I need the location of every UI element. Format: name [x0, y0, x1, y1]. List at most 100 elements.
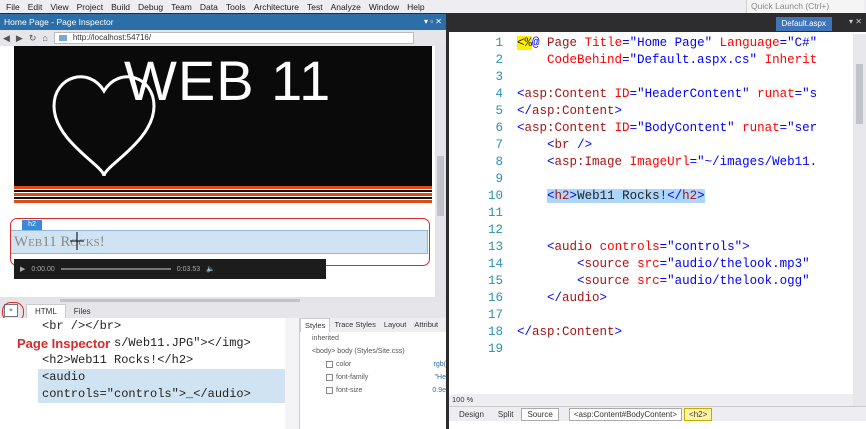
line-number: 12 — [487, 223, 503, 237]
tab-html[interactable]: HTML — [26, 304, 66, 318]
menu-analyze[interactable]: Analyze — [327, 2, 365, 12]
document-tabs: Default.aspx ▾ ✕ — [449, 14, 866, 32]
html-line-selected[interactable]: controls="controls">_</audio> — [38, 386, 285, 403]
menu-team[interactable]: Team — [167, 2, 196, 12]
line-number: 6 — [495, 121, 503, 135]
line-number: 16 — [487, 291, 503, 305]
close-icon[interactable]: ▾ ▫ ✕ — [424, 14, 442, 30]
checkbox-icon — [326, 386, 333, 394]
line-number: 18 — [487, 325, 503, 339]
menu-tools[interactable]: Tools — [222, 2, 250, 12]
code-line-7: <br /> — [547, 138, 593, 152]
menu-help[interactable]: Help — [403, 2, 428, 12]
menu-file[interactable]: File — [2, 2, 24, 12]
line-number: 14 — [487, 257, 503, 271]
editor-view-bar: Design Split Source <asp:Content#BodyCon… — [449, 406, 866, 421]
logo-text: WEB 11 — [124, 49, 332, 112]
menu-window[interactable]: Window — [365, 2, 403, 12]
code-line-8: <asp:Image ImageUrl="~/images/Web11. — [547, 155, 818, 169]
menu-build[interactable]: Build — [107, 2, 134, 12]
html-line[interactable]: <h2>Web11 Rocks!</h2> — [42, 352, 285, 369]
line-number: 19 — [487, 342, 503, 356]
menu-data[interactable]: Data — [196, 2, 222, 12]
volume-icon[interactable]: 🔈 — [206, 265, 215, 273]
quick-launch-input[interactable]: Quick Launch (Ctrl+) — [746, 0, 864, 13]
design-view-button[interactable]: Design — [453, 408, 490, 421]
editor-vertical-scrollbar[interactable] — [853, 34, 866, 406]
line-number: 9 — [495, 172, 503, 186]
source-view-button[interactable]: Source — [521, 407, 559, 421]
stripes-decoration — [14, 186, 432, 203]
line-number: 3 — [495, 70, 503, 84]
page-inspector-titlebar: Home Page - Page Inspector ▾ ▫ ✕ — [0, 14, 446, 30]
inspector-tabs: HTML Files — [0, 302, 446, 318]
split-view-button[interactable]: Split — [492, 408, 520, 421]
audio-player[interactable]: ▶ 0:00.00 0:03.53 🔈 — [14, 259, 326, 279]
tab-layout[interactable]: Layout — [380, 318, 411, 332]
tab-files[interactable]: Files — [66, 305, 99, 318]
audio-time-end: 0:03.53 — [176, 265, 201, 273]
audio-seek-track[interactable] — [60, 268, 171, 270]
tab-default-aspx[interactable]: Default.aspx — [775, 17, 832, 31]
menu-project[interactable]: Project — [73, 2, 107, 12]
line-number: 13 — [487, 240, 503, 254]
line-number: 17 — [487, 308, 503, 322]
line-number: 15 — [487, 274, 503, 288]
code-line-13: <audio controls="controls"> — [547, 240, 750, 254]
style-prop-font-size[interactable]: font-size 0.9e — [300, 384, 446, 397]
editor-panel: Default.aspx ▾ ✕ 1 2 3 4 5 6 7 8 9 10 11… — [449, 14, 866, 429]
tab-attributes[interactable]: Attribut — [410, 318, 442, 332]
breadcrumb-h2[interactable]: <h2> — [684, 407, 713, 421]
tab-trace-styles[interactable]: Trace Styles — [330, 318, 379, 332]
close-icon[interactable]: ▾ ✕ — [849, 17, 862, 26]
home-icon[interactable]: ⌂ — [42, 33, 47, 43]
menu-debug[interactable]: Debug — [134, 2, 167, 12]
line-number: 8 — [495, 155, 503, 169]
code-line-15: <source src="audio/thelook.ogg" — [577, 274, 810, 288]
line-number: 7 — [495, 138, 503, 152]
style-prop-font-family[interactable]: font-family "He — [300, 371, 446, 384]
url-field[interactable]: http://localhost:54716/ — [53, 32, 414, 44]
code-editor[interactable]: 1 2 3 4 5 6 7 8 9 10 11 12 13 14 15 16 1… — [449, 34, 853, 406]
menu-view[interactable]: View — [46, 2, 72, 12]
checkbox-icon — [326, 373, 333, 381]
forward-icon[interactable]: ▶ — [16, 33, 23, 44]
code-line-4: <asp:Content ID="HeaderContent" runat="s — [517, 87, 818, 101]
page-inspector-title: Home Page - Page Inspector — [4, 17, 114, 27]
zoom-level[interactable]: 100 % — [449, 394, 853, 406]
line-number: 10 — [487, 189, 503, 203]
code-line-2: CodeBehind="Default.aspx.cs" Inherit — [547, 53, 818, 67]
code-line-6: <asp:Content ID="BodyContent" runat="ser — [517, 121, 818, 135]
page-inspector-callout: Page Inspector — [14, 334, 114, 353]
checkbox-icon — [326, 360, 333, 368]
browser-vertical-scrollbar[interactable] — [435, 46, 446, 297]
styles-tabs: Styles Trace Styles Layout Attribut — [300, 318, 446, 332]
styles-pane: Styles Trace Styles Layout Attribut inhe… — [299, 318, 446, 429]
page-inspector-panel: Home Page - Page Inspector ▾ ▫ ✕ ◀ ▶ ↻ ⌂… — [0, 14, 446, 429]
code-line-5: </asp:Content> — [517, 104, 623, 118]
code-line-16: </audio> — [547, 291, 608, 305]
line-number: 4 — [495, 87, 503, 101]
menu-architecture[interactable]: Architecture — [250, 2, 303, 12]
styles-rule-body[interactable]: <body> body (Styles/Site.css) — [300, 345, 446, 358]
menu-test[interactable]: Test — [303, 2, 327, 12]
refresh-icon[interactable]: ↻ — [29, 33, 37, 44]
menu-edit[interactable]: Edit — [24, 2, 47, 12]
line-number: 1 — [495, 36, 503, 50]
audio-time-start: 0:00.00 — [31, 265, 55, 273]
line-number: 2 — [495, 53, 503, 67]
code-line-14: <source src="audio/thelook.mp3" — [577, 257, 810, 271]
line-number: 5 — [495, 104, 503, 118]
back-icon[interactable]: ◀ — [3, 33, 10, 44]
code-line-18: </asp:Content> — [517, 325, 623, 339]
breadcrumb-content[interactable]: <asp:Content#BodyContent> — [568, 407, 683, 421]
tab-styles[interactable]: Styles — [300, 318, 331, 332]
html-line[interactable]: <br /></br> — [42, 318, 285, 335]
html-line-selected[interactable]: <audio — [38, 369, 285, 386]
code-line-10: <h2>Web11 Rocks!</h2> — [547, 189, 705, 203]
play-icon[interactable]: ▶ — [20, 265, 25, 273]
line-number: 11 — [487, 206, 503, 220]
style-prop-color[interactable]: color rgb( — [300, 358, 446, 371]
menu-bar: File Edit View Project Build Debug Team … — [0, 0, 866, 13]
browser-viewport: WEB 11 h2 Web11 Rocks! ▶ 0:00.00 0:03.53… — [0, 46, 435, 297]
